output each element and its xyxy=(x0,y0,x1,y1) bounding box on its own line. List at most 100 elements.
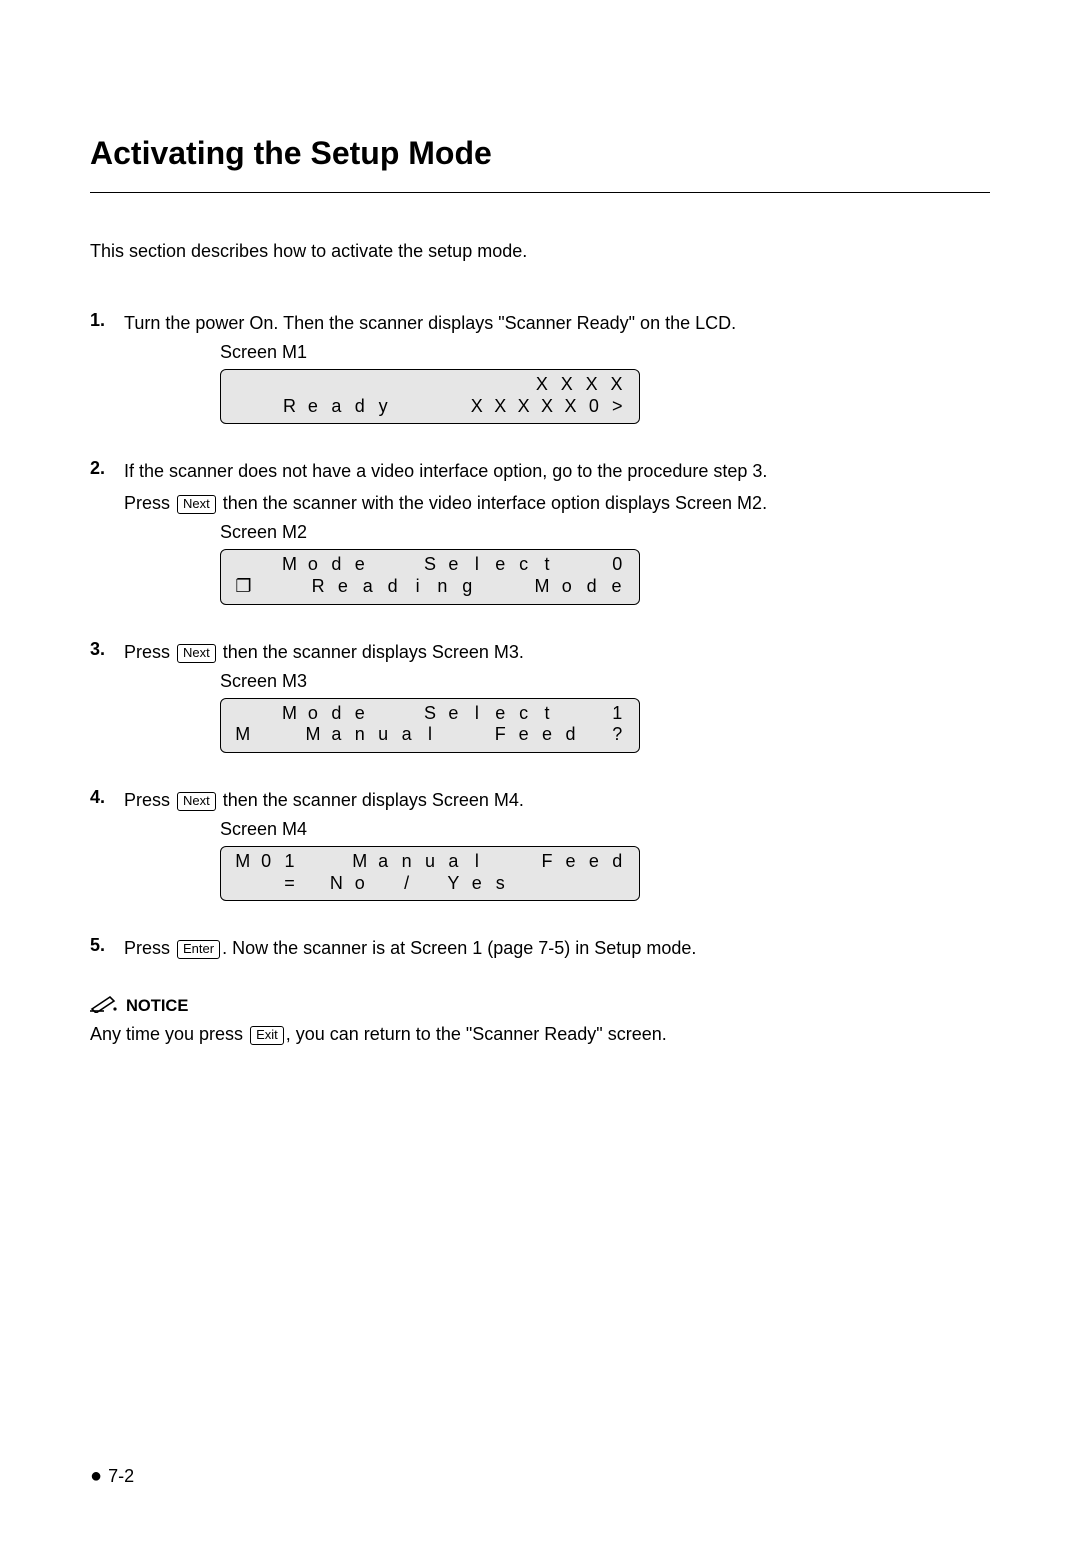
lcd-cell: 0 xyxy=(582,396,605,418)
lcd-cell xyxy=(582,873,605,895)
lcd-cell xyxy=(256,374,281,396)
screen-label: Screen M2 xyxy=(220,522,990,543)
lcd-cell xyxy=(301,851,324,873)
lcd-cell xyxy=(231,374,256,396)
text-frag: Press xyxy=(124,493,175,513)
lcd-cell xyxy=(231,396,254,418)
lcd-cell: e xyxy=(604,576,629,598)
lcd-cell: F xyxy=(489,724,512,746)
step-text: Turn the power On. Then the scanner disp… xyxy=(124,310,990,336)
lcd-cell: e xyxy=(442,554,465,576)
lcd-cell xyxy=(559,873,582,895)
lcd-cell: F xyxy=(535,851,558,873)
text-frag: Press xyxy=(124,938,175,958)
lcd-cell: R xyxy=(278,396,301,418)
lcd-cell xyxy=(325,851,348,873)
lcd-row: ❐ Reading Mode xyxy=(231,576,629,598)
lcd-cell: 1 xyxy=(278,851,301,873)
lcd-cell xyxy=(395,703,418,725)
lcd-cell: o xyxy=(301,554,324,576)
lcd-cell xyxy=(395,396,418,418)
step-2: 2. If the scanner does not have a video … xyxy=(90,458,990,610)
step-3: 3. Press Next then the scanner displays … xyxy=(90,639,990,759)
step-text: Press Next then the scanner displays Scr… xyxy=(124,639,990,665)
step-1: 1. Turn the power On. Then the scanner d… xyxy=(90,310,990,430)
intro-text: This section describes how to activate t… xyxy=(90,241,990,262)
lcd-cell xyxy=(535,873,558,895)
step-text: Press Next then the scanner with the vid… xyxy=(124,490,990,516)
step-number: 5. xyxy=(90,935,124,967)
lcd-cell xyxy=(480,374,505,396)
lcd-cell: l xyxy=(418,724,441,746)
lcd-cell: y xyxy=(371,396,394,418)
lcd-cell xyxy=(582,554,605,576)
step-text: If the scanner does not have a video int… xyxy=(124,458,990,484)
lcd-screen-m1: XXXX Ready XXXXX0> xyxy=(220,369,640,424)
lcd-screen-m3: Mode Select 1 M Manual Feed ? xyxy=(220,698,640,753)
pencil-icon xyxy=(90,995,118,1018)
lcd-cell xyxy=(512,873,535,895)
step-number: 1. xyxy=(90,310,124,430)
screen-label: Screen M4 xyxy=(220,819,990,840)
lcd-cell xyxy=(254,703,277,725)
text-frag: then the scanner with the video interfac… xyxy=(218,493,767,513)
screen-label: Screen M1 xyxy=(220,342,990,363)
text-frag: , you can return to the "Scanner Ready" … xyxy=(286,1024,667,1044)
lcd-cell: ❐ xyxy=(231,576,256,598)
step-number: 4. xyxy=(90,787,124,907)
lcd-cell: d xyxy=(325,703,348,725)
lcd-row: Mode Select 1 xyxy=(231,703,629,725)
text-frag: Press xyxy=(124,790,175,810)
lcd-cell xyxy=(418,396,441,418)
page-title: Activating the Setup Mode xyxy=(90,135,990,172)
lcd-row: Mode Select 0 xyxy=(231,554,629,576)
lcd-cell: 0 xyxy=(254,851,277,873)
lcd-cell xyxy=(559,554,582,576)
next-key-icon: Next xyxy=(177,644,216,663)
step-number: 3. xyxy=(90,639,124,759)
lcd-cell xyxy=(418,873,441,895)
lcd-cell xyxy=(231,873,254,895)
lcd-cell: l xyxy=(465,703,488,725)
lcd-cell: M xyxy=(301,724,324,746)
lcd-cell: d xyxy=(325,554,348,576)
lcd-cell xyxy=(231,703,254,725)
lcd-cell: d xyxy=(579,576,604,598)
lcd-cell: X xyxy=(604,374,629,396)
lcd-cell: t xyxy=(535,703,558,725)
lcd-cell: e xyxy=(301,396,324,418)
lcd-cell: s xyxy=(489,873,512,895)
lcd-cell: e xyxy=(489,554,512,576)
step-number: 2. xyxy=(90,458,124,610)
lcd-cell: d xyxy=(559,724,582,746)
lcd-cell: a xyxy=(325,724,348,746)
lcd-cell: S xyxy=(418,703,441,725)
lcd-cell xyxy=(606,873,629,895)
lcd-cell: X xyxy=(489,396,512,418)
lcd-cell: c xyxy=(512,554,535,576)
lcd-cell xyxy=(512,851,535,873)
lcd-cell xyxy=(371,873,394,895)
next-key-icon: Next xyxy=(177,792,216,811)
lcd-cell: a xyxy=(355,576,380,598)
step-5: 5. Press Enter. Now the scanner is at Sc… xyxy=(90,935,990,967)
notice-heading: NOTICE xyxy=(90,995,990,1018)
step-4: 4. Press Next then the scanner displays … xyxy=(90,787,990,907)
lcd-cell: X xyxy=(579,374,604,396)
lcd-cell xyxy=(331,374,356,396)
step-text: Press Enter. Now the scanner is at Scree… xyxy=(124,935,990,961)
lcd-cell xyxy=(505,576,530,598)
notice-text: Any time you press Exit, you can return … xyxy=(90,1024,990,1045)
lcd-cell: o xyxy=(348,873,371,895)
lcd-cell: X xyxy=(465,396,488,418)
lcd-cell: c xyxy=(512,703,535,725)
lcd-cell: 0 xyxy=(606,554,629,576)
lcd-cell: e xyxy=(559,851,582,873)
lcd-cell: X xyxy=(530,374,555,396)
lcd-cell: S xyxy=(418,554,441,576)
lcd-cell: a xyxy=(325,396,348,418)
lcd-cell: o xyxy=(554,576,579,598)
lcd-cell: M xyxy=(278,703,301,725)
text-frag: Press xyxy=(124,642,175,662)
lcd-cell: l xyxy=(465,851,488,873)
